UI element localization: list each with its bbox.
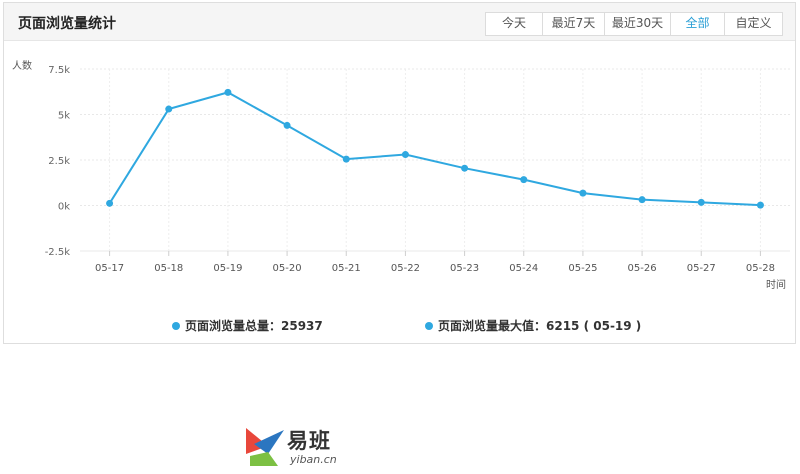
x-axis-title: 时间 xyxy=(766,278,786,291)
y-tick-label: -2.5k xyxy=(45,247,71,258)
x-tick-label: 05-24 xyxy=(509,263,538,274)
y-tick-label: 5k xyxy=(58,111,70,122)
tab-last-7-days[interactable]: 最近7天 xyxy=(542,13,604,35)
x-tick-label: 05-19 xyxy=(213,263,242,274)
logo-url: yiban.cn xyxy=(290,453,337,466)
tab-last-30-days[interactable]: 最近30天 xyxy=(604,13,670,35)
legend-dot xyxy=(425,321,433,330)
x-tick-label: 05-25 xyxy=(568,263,597,274)
x-tick-label: 05-27 xyxy=(687,263,716,274)
x-tick-label: 05-17 xyxy=(95,263,124,274)
x-tick-label: 05-26 xyxy=(628,263,657,274)
x-tick-label: 05-18 xyxy=(154,263,183,274)
data-point xyxy=(579,189,587,197)
data-point xyxy=(165,105,173,113)
y-tick-label: 7.5k xyxy=(48,65,70,76)
data-point xyxy=(106,199,114,207)
data-point xyxy=(756,201,764,209)
data-point xyxy=(342,155,350,163)
data-point xyxy=(224,88,232,96)
legend-dot xyxy=(172,321,180,330)
tab-today[interactable]: 今天 xyxy=(486,13,542,35)
range-tabs: 今天 最近7天 最近30天 全部 自定义 xyxy=(485,12,783,36)
yiban-logo: 易班 yiban.cn xyxy=(244,424,354,470)
x-tick-label: 05-21 xyxy=(332,263,361,274)
yiban-logo-icon xyxy=(246,428,284,466)
data-point xyxy=(697,198,705,206)
legend-max-label: 页面浏览量最大值：6215 ( 05-19 ) xyxy=(438,319,642,333)
data-point xyxy=(520,176,528,184)
legend-total: 页面浏览量总量：25937 xyxy=(172,317,323,334)
legend-max: 页面浏览量最大值：6215 ( 05-19 ) xyxy=(425,317,641,334)
panel-header: 页面浏览量统计 今天 最近7天 最近30天 全部 自定义 xyxy=(4,3,795,41)
page-view-line-chart: -2.5k 0k 2.5k 5k 7.5k 05-17 05-18 05-19 05-20 05-… xyxy=(12,59,790,291)
legend-total-label: 页面浏览量总量：25937 xyxy=(185,319,323,333)
data-point xyxy=(638,196,646,204)
data-point xyxy=(461,164,469,172)
logo-name: 易班 xyxy=(287,429,331,453)
tab-all[interactable]: 全部 xyxy=(670,13,724,35)
y-tick-label: 0k xyxy=(58,202,70,213)
page-view-stats-panel: 页面浏览量统计 今天 最近7天 最近30天 全部 自定义 -2.5k 0k 2.5k… xyxy=(3,2,796,344)
data-point xyxy=(401,151,409,159)
series-line xyxy=(108,91,761,207)
tab-custom[interactable]: 自定义 xyxy=(724,13,782,35)
panel-title: 页面浏览量统计 xyxy=(18,16,116,32)
y-axis-title: 人数 xyxy=(12,59,32,72)
x-tick-label: 05-23 xyxy=(450,263,479,274)
x-tick-label: 05-20 xyxy=(273,263,302,274)
y-tick-label: 2.5k xyxy=(48,156,70,167)
x-tick-label: 05-22 xyxy=(391,263,420,274)
data-point xyxy=(283,121,291,129)
x-tick-label: 05-28 xyxy=(746,263,775,274)
